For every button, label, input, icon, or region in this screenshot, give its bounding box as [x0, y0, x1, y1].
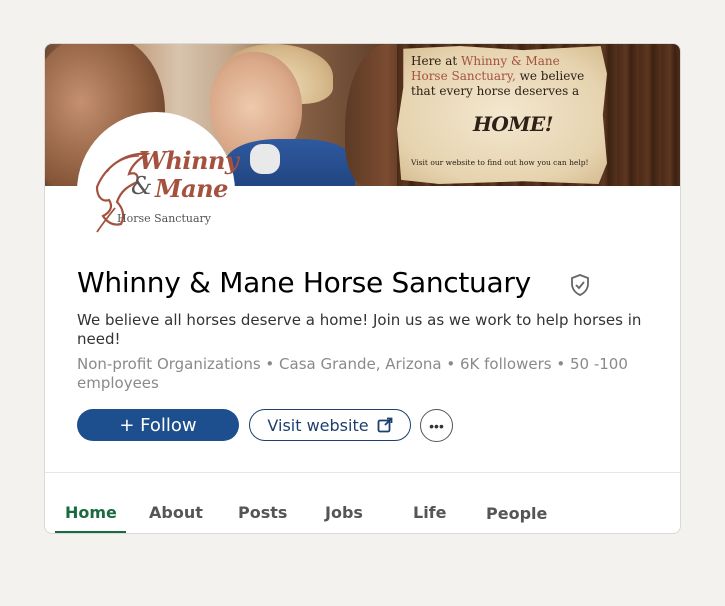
company-tagline: We believe all horses deserve a home! Jo…: [77, 311, 642, 348]
more-horizontal-icon: •••: [429, 417, 444, 434]
tab-posts[interactable]: Posts: [238, 503, 287, 522]
logo-subtitle: Horse Sanctuary: [117, 212, 211, 225]
company-name: Whinny & Mane Horse Sanctuary: [77, 266, 531, 299]
company-logo[interactable]: Whinny & Mane Horse Sanctuary: [77, 112, 239, 270]
tab-jobs[interactable]: Jobs: [325, 503, 363, 522]
company-card: Here at Whinny & Mane Horse Sanctuary, w…: [44, 43, 681, 534]
external-link-icon: [377, 417, 392, 433]
active-tab-indicator: [55, 531, 126, 533]
woman-jacket-image: [225, 139, 355, 186]
banner-text-2: we believe: [515, 69, 585, 83]
page-tabs: Home About Posts Jobs Life People: [45, 473, 680, 533]
banner-text-1: Here at: [411, 54, 462, 68]
company-meta: Non-profit Organizations • Casa Grande, …: [77, 355, 628, 392]
logo-whinny-text: Whinny: [139, 146, 239, 175]
visit-website-label: Visit website: [267, 415, 369, 435]
tab-about[interactable]: About: [149, 503, 203, 522]
follow-label: + Follow: [119, 414, 197, 436]
visit-website-button[interactable]: Visit website: [249, 409, 411, 441]
banner-home-text: HOME!: [473, 112, 553, 136]
more-options-button[interactable]: •••: [420, 409, 453, 442]
banner-small-text: Visit our website to find out how you ca…: [411, 158, 589, 167]
banner-text-accent-2: Horse Sanctuary,: [411, 69, 516, 83]
verified-shield-icon[interactable]: [568, 273, 592, 301]
logo-mane-text: Mane: [155, 174, 228, 203]
follow-button[interactable]: + Follow: [77, 409, 239, 441]
banner-message: Here at Whinny & Mane Horse Sanctuary, w…: [411, 54, 601, 99]
tab-home[interactable]: Home: [65, 503, 117, 522]
banner-text-3: that every horse deserves a: [411, 84, 580, 98]
tab-people[interactable]: People: [486, 504, 547, 523]
collar-image: [250, 144, 280, 174]
tab-life[interactable]: Life: [413, 503, 447, 522]
banner-text-accent-1: Whinny & Mane: [461, 54, 560, 68]
logo-amp-text: &: [131, 172, 153, 200]
